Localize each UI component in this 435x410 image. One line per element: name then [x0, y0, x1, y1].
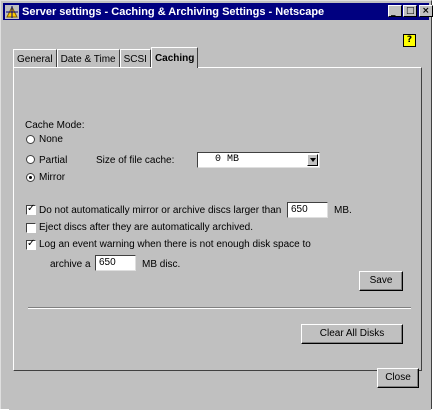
- archive-prefix-label: archive a: [50, 259, 91, 270]
- close-button[interactable]: Close: [377, 368, 419, 388]
- title-bar[interactable]: Server settings - Caching & Archiving Se…: [3, 3, 433, 20]
- log-warning-label: Log an event warning when there is not e…: [39, 239, 311, 250]
- minimize-icon: _: [391, 7, 396, 17]
- content-area: ? General Date & Time SCSI Caching Cache…: [9, 23, 431, 410]
- eject-checkbox[interactable]: [26, 223, 36, 233]
- checkmark-icon: ✓: [27, 238, 36, 249]
- section-divider: [28, 307, 411, 309]
- maximize-button[interactable]: □: [403, 5, 417, 17]
- caching-panel: Cache Mode: None Partial Size of file ca…: [13, 67, 422, 371]
- help-button[interactable]: ?: [403, 34, 416, 47]
- help-icon: ?: [406, 35, 413, 45]
- chevron-down-icon[interactable]: [307, 154, 318, 166]
- cache-size-select[interactable]: 0 MB: [197, 152, 320, 168]
- radio-partial[interactable]: [26, 155, 35, 164]
- radio-partial-label: Partial: [39, 155, 68, 166]
- tab-date-time[interactable]: Date & Time: [56, 49, 120, 68]
- tab-strip: General Date & Time SCSI Caching: [13, 47, 199, 68]
- max-disc-size-unit: MB.: [334, 205, 352, 216]
- netscape-icon: [5, 4, 19, 19]
- eject-label: Eject discs after they are automatically…: [39, 222, 253, 233]
- no-mirror-checkbox[interactable]: ✓: [26, 203, 36, 215]
- clear-all-disks-button[interactable]: Clear All Disks: [301, 324, 403, 344]
- cache-size-value: 0 MB: [215, 154, 240, 165]
- radio-mirror[interactable]: [26, 173, 35, 182]
- max-disc-size-input[interactable]: 650: [287, 202, 328, 218]
- cache-size-label: Size of file cache:: [96, 155, 175, 166]
- save-button[interactable]: Save: [359, 271, 403, 291]
- minimize-button[interactable]: _: [388, 5, 402, 17]
- tab-caching[interactable]: Caching: [150, 47, 199, 68]
- radio-none-label: None: [39, 134, 63, 145]
- cache-mode-label: Cache Mode:: [25, 120, 85, 131]
- maximize-icon: □: [406, 6, 415, 16]
- close-window-button[interactable]: ×: [419, 5, 433, 17]
- radio-mirror-label: Mirror: [39, 172, 66, 183]
- checkmark-icon: ✓: [27, 203, 36, 214]
- tab-general[interactable]: General: [13, 49, 57, 68]
- no-mirror-label: Do not automatically mirror or archive d…: [39, 205, 282, 216]
- archive-size-unit: MB disc.: [142, 259, 181, 270]
- archive-size-input[interactable]: 650: [95, 255, 136, 271]
- log-warning-checkbox[interactable]: ✓: [26, 238, 36, 250]
- window-title: Server settings - Caching & Archiving Se…: [22, 5, 325, 18]
- tab-scsi[interactable]: SCSI: [119, 49, 151, 68]
- close-icon: ×: [422, 6, 430, 16]
- settings-window: Server settings - Caching & Archiving Se…: [0, 0, 433, 410]
- radio-none[interactable]: [26, 135, 35, 144]
